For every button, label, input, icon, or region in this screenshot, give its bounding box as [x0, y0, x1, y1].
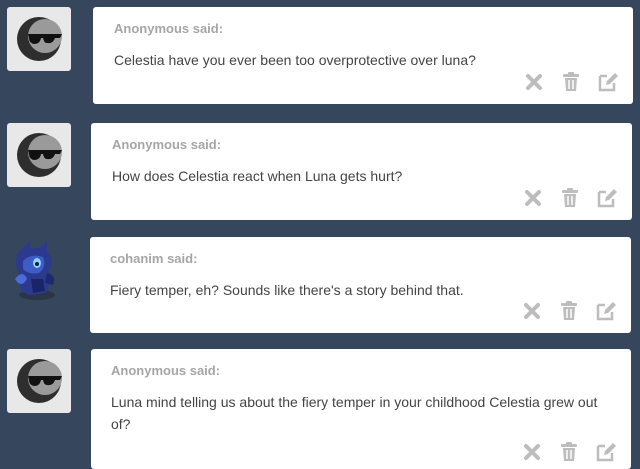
post-actions — [521, 300, 617, 322]
trash-can-icon[interactable] — [558, 300, 580, 322]
post-actions — [523, 71, 619, 93]
trash-can-icon[interactable] — [560, 71, 582, 93]
crescent-moon-with-sunglasses-icon — [17, 17, 62, 61]
x-delete-icon[interactable] — [521, 441, 543, 463]
question-text: Luna mind telling us about the fiery tem… — [111, 394, 598, 432]
pencil-edit-icon[interactable] — [595, 441, 617, 463]
pencil-edit-icon[interactable] — [595, 300, 617, 322]
question-text: How does Celestia react when Luna gets h… — [112, 168, 403, 184]
anonymous-avatar[interactable] — [7, 349, 71, 413]
ask-card: Anonymous said: Luna mind telling us abo… — [91, 349, 631, 469]
x-delete-icon[interactable] — [523, 71, 545, 93]
post-actions — [521, 441, 617, 463]
asker-name: cohanim said: — [110, 251, 198, 266]
ask-card: cohanim said: Fiery temper, eh? Sounds l… — [90, 237, 631, 333]
ask-card: Anonymous said: How does Celestia react … — [91, 123, 632, 220]
anonymous-avatar[interactable] — [7, 7, 71, 71]
ask-card: Anonymous said: Celestia have you ever b… — [93, 7, 633, 104]
blue-pony-character-avatar — [15, 241, 55, 300]
cohanim-avatar[interactable] — [7, 239, 71, 303]
x-delete-icon[interactable] — [522, 187, 544, 209]
question-text: Celestia have you ever been too overprot… — [114, 52, 476, 68]
x-delete-icon[interactable] — [521, 300, 543, 322]
asker-name: Anonymous said: — [114, 21, 224, 36]
crescent-moon-with-sunglasses-icon — [17, 359, 62, 403]
pencil-edit-icon[interactable] — [596, 187, 618, 209]
asker-name: Anonymous said: — [112, 137, 222, 152]
post-actions — [522, 187, 618, 209]
pencil-edit-icon[interactable] — [597, 71, 619, 93]
crescent-moon-with-sunglasses-icon — [17, 133, 62, 177]
anonymous-avatar[interactable] — [7, 123, 71, 187]
trash-can-icon[interactable] — [559, 187, 581, 209]
asker-name: Anonymous said: — [111, 363, 221, 378]
question-text: Fiery temper, eh? Sounds like there's a … — [110, 282, 464, 298]
trash-can-icon[interactable] — [558, 441, 580, 463]
